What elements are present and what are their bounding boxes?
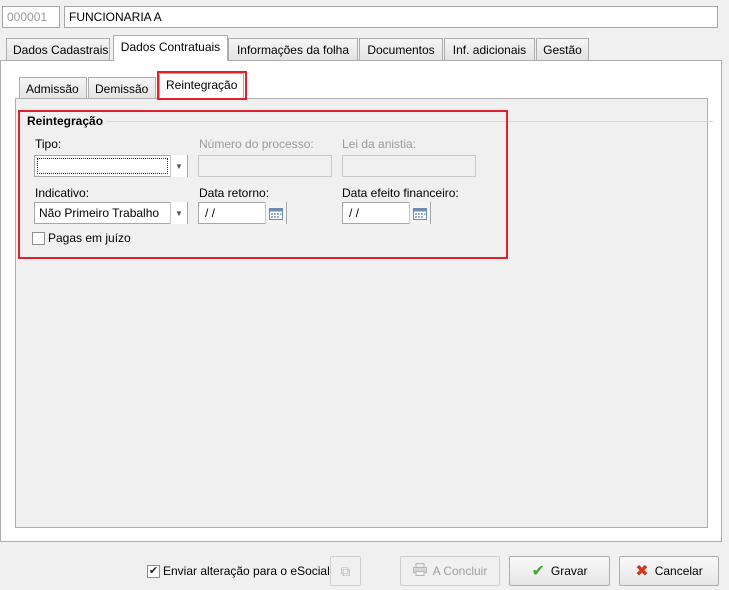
lei-anistia-field[interactable] xyxy=(342,155,476,177)
tab-demissao[interactable]: Demissão xyxy=(88,77,156,99)
gravar-label: Gravar xyxy=(550,564,588,578)
data-efeito-label: Data efeito financeiro: xyxy=(342,186,459,200)
close-icon: ✖ xyxy=(635,563,649,580)
concluir-label: A Concluir xyxy=(432,564,488,578)
numero-processo-field[interactable] xyxy=(198,155,332,177)
tipo-dropdown-icon[interactable]: ▼ xyxy=(170,155,187,177)
employee-code-field[interactable]: 000001 xyxy=(2,6,60,28)
cancelar-button[interactable]: ✖ Cancelar xyxy=(619,556,719,586)
checkmark-icon: ✔ xyxy=(531,563,545,580)
cancelar-label: Cancelar xyxy=(654,564,703,578)
employee-name-field[interactable]: FUNCIONARIA A xyxy=(64,6,718,28)
concluir-button[interactable]: A Concluir xyxy=(400,556,500,586)
section-title: Reintegração xyxy=(27,114,107,128)
data-retorno-label: Data retorno: xyxy=(199,186,270,200)
esocial-checkbox[interactable]: ✔ xyxy=(147,565,160,578)
section-divider xyxy=(104,121,713,122)
tab-informacoes-folha[interactable]: Informações da folha xyxy=(228,38,358,60)
esocial-send-button[interactable]: ⧉ xyxy=(330,556,361,586)
indicativo-label: Indicativo: xyxy=(35,186,90,200)
printer-icon xyxy=(412,563,427,579)
tab-gestao[interactable]: Gestão xyxy=(536,38,589,60)
tab-admissao[interactable]: Admissão xyxy=(19,77,87,99)
calendar-icon[interactable] xyxy=(409,202,430,224)
tab-dados-contratuais[interactable]: Dados Contratuais xyxy=(113,35,228,61)
calendar-icon[interactable] xyxy=(265,202,286,224)
tab-documentos[interactable]: Documentos xyxy=(359,38,443,60)
gravar-button[interactable]: ✔ Gravar xyxy=(509,556,610,586)
tab-reintegracao[interactable]: Reintegração xyxy=(159,73,244,100)
pagas-juizo-checkbox[interactable] xyxy=(32,232,45,245)
tab-inf-adicionais[interactable]: Inf. adicionais xyxy=(444,38,535,60)
indicativo-dropdown-icon[interactable]: ▼ xyxy=(170,202,187,224)
tab-dados-cadastrais[interactable]: Dados Cadastrais xyxy=(6,38,110,60)
send-icon: ⧉ xyxy=(340,562,351,579)
tipo-focus-rect xyxy=(37,158,168,174)
tipo-label: Tipo: xyxy=(35,137,62,151)
esocial-label[interactable]: Enviar alteração para o eSocial xyxy=(163,564,330,578)
pagas-juizo-label[interactable]: Pagas em juízo xyxy=(48,231,131,245)
numero-processo-label: Número do processo: xyxy=(199,137,314,151)
lei-anistia-label: Lei da anistia: xyxy=(342,137,417,151)
indicativo-select[interactable]: Não Primeiro Trabalho xyxy=(34,202,188,224)
